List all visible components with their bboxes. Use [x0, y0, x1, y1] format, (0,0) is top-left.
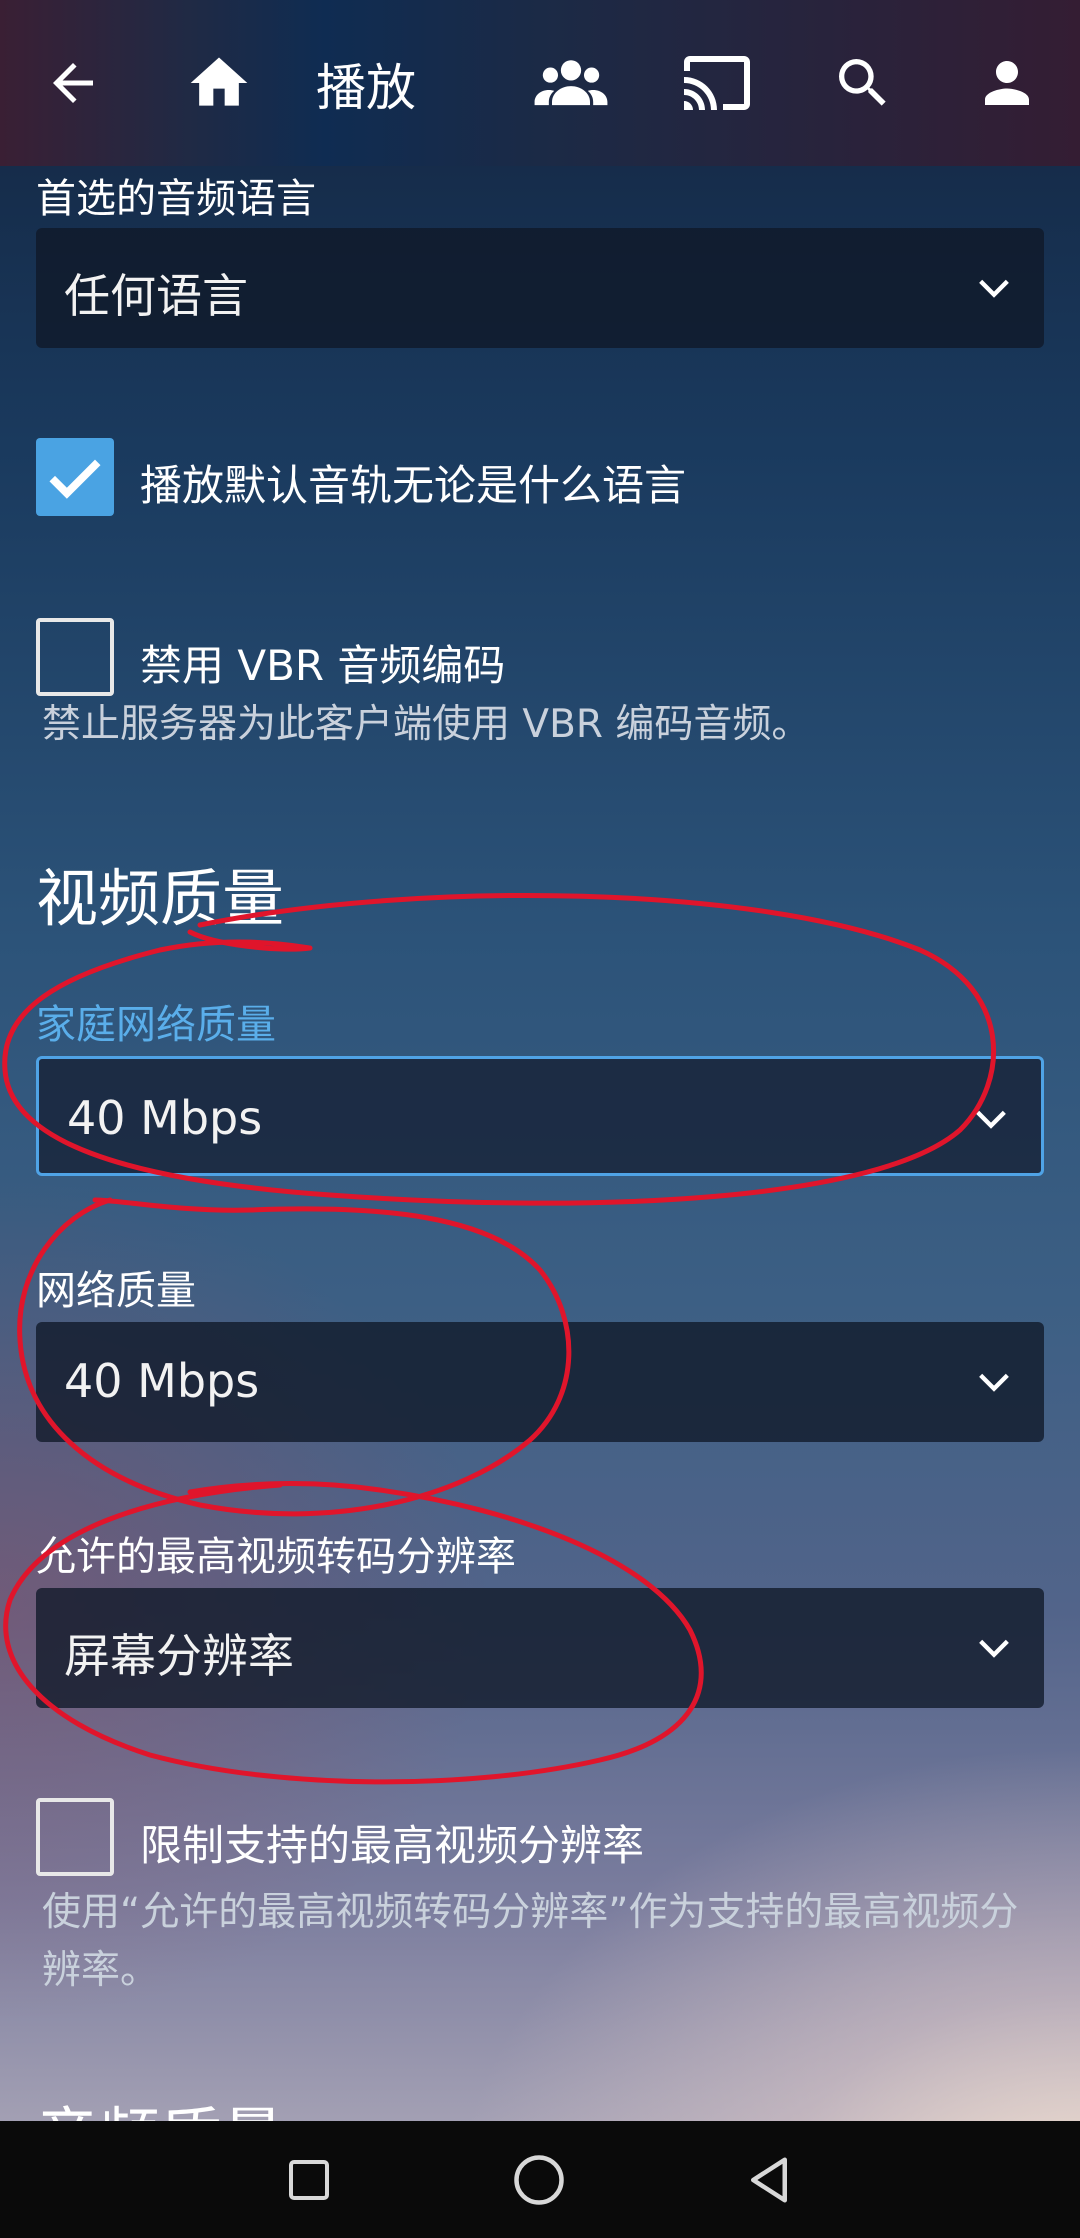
home-network-quality-select[interactable]: 40 Mbps: [36, 1056, 1044, 1176]
limit-max-resolution-checkbox[interactable]: [36, 1798, 114, 1876]
disable-vbr-checkbox[interactable]: [36, 618, 114, 696]
people-button[interactable]: [526, 38, 616, 128]
people-icon: [534, 60, 608, 106]
preferred-audio-language-select[interactable]: 任何语言: [36, 228, 1044, 348]
app-bar: 播放: [0, 0, 1080, 166]
disable-vbr-label[interactable]: 禁用 VBR 音频编码: [140, 632, 505, 693]
chevron-down-icon: [979, 1639, 1009, 1658]
home-button[interactable]: [174, 38, 264, 128]
audio-quality-heading: 音频质量: [36, 2086, 284, 2121]
search-icon: [839, 59, 886, 106]
select-value: 任何语言: [64, 269, 248, 323]
cast-icon: [684, 56, 750, 110]
back-nav-button[interactable]: [734, 2145, 804, 2215]
play-default-track-label[interactable]: 播放默认音轨无论是什么语言: [140, 452, 686, 513]
recents-square-icon: [289, 2160, 329, 2200]
back-button[interactable]: [28, 38, 118, 128]
home-circle-icon: [514, 2155, 564, 2205]
disable-vbr-help: 禁止服务器为此客户端使用 VBR 编码音频。: [42, 702, 811, 747]
remote-network-quality-label: 网络质量: [36, 1268, 196, 1314]
chevron-down-icon: [979, 279, 1009, 298]
limit-max-resolution-label[interactable]: 限制支持的最高视频分辨率: [140, 1812, 644, 1873]
arrow-left-icon: [53, 63, 93, 103]
page-title: 播放: [316, 59, 416, 117]
cast-button[interactable]: [672, 38, 762, 128]
account-icon: [985, 61, 1029, 105]
account-button[interactable]: [962, 38, 1052, 128]
chevron-down-icon: [976, 1110, 1006, 1129]
select-value: 屏幕分辨率: [64, 1629, 294, 1683]
max-transcode-resolution-label: 允许的最高视频转码分辨率: [36, 1534, 516, 1580]
preferred-audio-language-label: 首选的音频语言: [36, 176, 316, 222]
max-transcode-resolution-select[interactable]: 屏幕分辨率: [36, 1588, 1044, 1708]
search-button[interactable]: [818, 38, 908, 128]
system-nav-bar: [0, 2121, 1080, 2238]
settings-content[interactable]: 首选的音频语言 任何语言 播放默认音轨无论是什么语言 禁用 VBR 音频编码 禁…: [0, 166, 1080, 2121]
select-value: 40 Mbps: [67, 1091, 263, 1145]
remote-network-quality-select[interactable]: 40 Mbps: [36, 1322, 1044, 1442]
play-default-track-checkbox[interactable]: [36, 438, 114, 516]
back-triangle-icon: [751, 2157, 787, 2203]
recents-button[interactable]: [274, 2145, 344, 2215]
chevron-down-icon: [979, 1373, 1009, 1392]
checkmark-icon: [49, 459, 101, 499]
home-network-quality-label: 家庭网络质量: [36, 1002, 276, 1048]
select-value: 40 Mbps: [64, 1354, 260, 1408]
video-quality-heading: 视频质量: [36, 862, 285, 935]
home-nav-button[interactable]: [504, 2145, 574, 2215]
limit-max-resolution-help: 使用“允许的最高视频转码分辨率”作为支持的最高视频分辨率。: [42, 1890, 1019, 1993]
home-icon: [190, 57, 248, 106]
